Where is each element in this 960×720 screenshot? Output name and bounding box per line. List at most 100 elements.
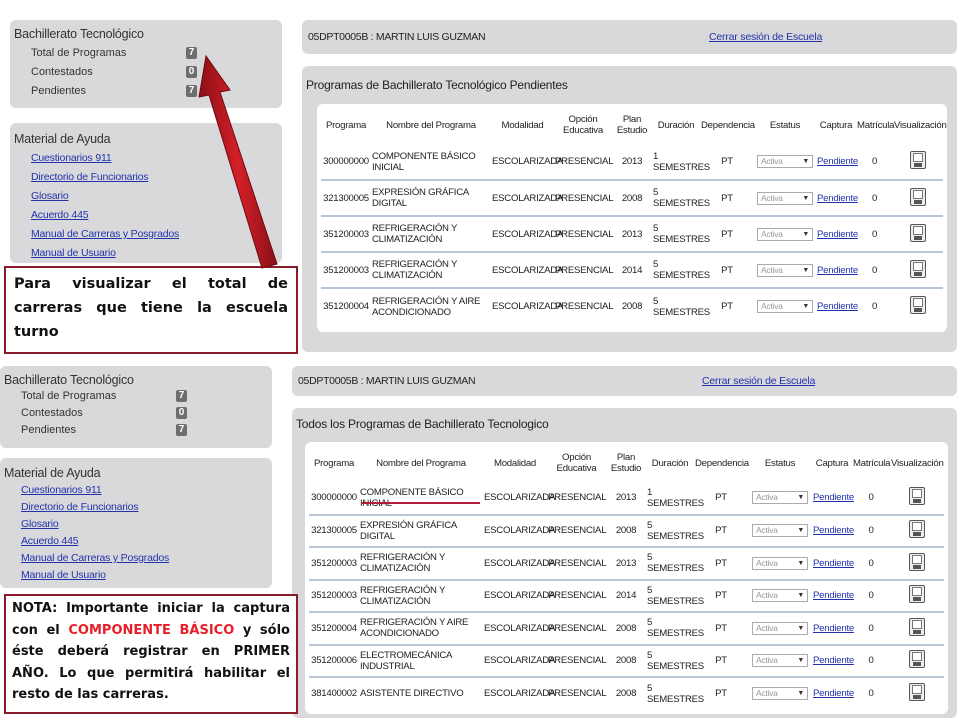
view-disk-icon[interactable] — [909, 683, 925, 702]
help-link-acuerdo[interactable]: Acuerdo 445 — [31, 209, 89, 221]
capture-link[interactable]: Pendiente — [813, 590, 854, 601]
duracion-unit: SEMESTRES — [647, 563, 704, 575]
cell-plan: 2014 — [612, 251, 652, 288]
status-select[interactable]: Activa ▼ — [752, 556, 808, 570]
duracion-unit: SEMESTRES — [647, 497, 704, 509]
status-select[interactable]: Activa ▼ — [752, 491, 808, 505]
view-disk-icon[interactable] — [910, 187, 926, 206]
col-captura: Captura — [819, 119, 853, 131]
cell-matricula: 0 — [856, 287, 893, 324]
table-row: 351200003 REFRIGERACIÓN Y CLIMATIZACIÓN ES… — [309, 578, 944, 612]
cell-visualizacion — [893, 287, 943, 324]
status-select[interactable]: Activa ▼ — [757, 227, 813, 241]
cell-plan: 2008 — [612, 287, 652, 324]
cell-modalidad: ESCOLARIZADA — [492, 156, 564, 167]
capture-link[interactable]: Pendiente — [813, 525, 854, 536]
help-link-manual-carreras[interactable]: Manual de Carreras y Posgrados — [31, 228, 179, 240]
status-select[interactable]: Activa ▼ — [757, 191, 813, 205]
view-disk-icon[interactable] — [909, 487, 925, 506]
status-select[interactable]: Activa ▼ — [752, 621, 808, 635]
view-disk-icon[interactable] — [909, 552, 925, 571]
help-link-directorio[interactable]: Directorio de Funcionarios — [31, 171, 149, 183]
cell-opcion: PRESENCIAL — [547, 546, 607, 580]
view-disk-icon[interactable] — [909, 650, 925, 669]
view-disk-icon[interactable] — [909, 585, 925, 604]
cell-plan: 2013 — [606, 546, 646, 580]
cell-plan: 2008 — [606, 676, 646, 710]
status-select[interactable]: Activa ▼ — [752, 524, 808, 538]
capture-link[interactable]: Pendiente — [817, 265, 858, 276]
capture-link[interactable]: Pendiente — [817, 193, 858, 204]
cell-nombre: EXPRESIÓN GRÁFICA DIGITAL — [371, 179, 491, 216]
stat-answered-label: Contestados — [31, 66, 93, 78]
status-select-value: Activa — [756, 525, 778, 536]
status-select[interactable]: Activa ▼ — [752, 589, 808, 603]
status-select-value: Activa — [756, 655, 778, 666]
capture-link[interactable]: Pendiente — [813, 558, 854, 569]
help-link-directorio-bottom[interactable]: Directorio de Funcionarios — [21, 501, 139, 513]
status-select[interactable]: Activa ▼ — [757, 155, 813, 168]
help-link-cuestionarios-bottom[interactable]: Cuestionarios 911 — [21, 484, 102, 496]
cell-matricula: 0 — [852, 611, 890, 645]
table-row: 351200006 ELECTROMECÁNICA INDUSTRIAL ESCOL… — [309, 643, 944, 677]
help-link-cuestionarios[interactable]: Cuestionarios 911 — [31, 152, 112, 164]
pending-programs-panel: Programas de Bachillerato Tecnológico Pe… — [302, 66, 957, 352]
status-select[interactable]: Activa ▼ — [757, 263, 813, 277]
logout-link-bottom[interactable]: Cerrar sesión de Escuela — [702, 375, 815, 387]
view-disk-icon[interactable] — [909, 520, 925, 539]
cell-visualizacion — [890, 546, 944, 580]
view-disk-icon[interactable] — [910, 259, 926, 278]
col-estatus: Estatus — [764, 457, 796, 469]
view-disk-icon[interactable] — [909, 617, 925, 636]
view-disk-icon[interactable] — [910, 151, 926, 169]
status-select-value: Activa — [761, 192, 783, 203]
col-visualizacion: Visualización — [891, 457, 944, 469]
cell-modalidad: ESCOLARIZADA — [483, 643, 555, 677]
cell-captura: Pendiente — [816, 287, 858, 324]
cell-modalidad: ESCOLARIZADA — [491, 251, 563, 288]
capture-link[interactable]: Pendiente — [813, 655, 854, 666]
capture-link[interactable]: Pendiente — [817, 301, 858, 312]
col-duracion: Duración — [651, 457, 689, 469]
status-select[interactable]: Activa ▼ — [752, 654, 808, 668]
help-link-glosario-bottom[interactable]: Glosario — [21, 518, 59, 530]
highlight-underline — [361, 502, 480, 504]
cell-opcion: PRESENCIAL — [547, 513, 607, 547]
capture-link[interactable]: Pendiente — [813, 623, 854, 634]
table-row: 300000000COMPONENTE BÁSICO INICIAL ESCOLA… — [309, 482, 944, 515]
help-link-acuerdo-bottom[interactable]: Acuerdo 445 — [21, 535, 79, 547]
col-matricula: Matrícula — [857, 119, 895, 131]
col-opcion: Opción Educativa — [556, 452, 597, 474]
all-programs-title: Todos los Programas de Bachillerato Tecn… — [296, 417, 549, 431]
capture-link[interactable]: Pendiente — [813, 688, 854, 699]
callout-note-highlight: COMPONENTE BÁSICO — [68, 622, 235, 638]
cell-duracion: 5 SEMESTRES — [646, 578, 704, 612]
cell-duracion: 5 SEMESTRES — [652, 215, 710, 252]
logout-link[interactable]: Cerrar sesión de Escuela — [709, 31, 822, 43]
capture-link[interactable]: Pendiente — [817, 156, 858, 167]
cell-captura: Pendiente — [816, 144, 858, 180]
help-link-manual-carreras-bottom[interactable]: Manual de Carreras y Posgrados — [21, 552, 169, 564]
stat-total-label: Total de Programas — [31, 47, 127, 59]
view-disk-icon[interactable] — [910, 223, 926, 242]
pending-programs-table-wrap: Programa Nombre del Programa Modalidad O… — [317, 104, 947, 332]
status-select-value: Activa — [761, 156, 783, 166]
capture-link[interactable]: Pendiente — [817, 229, 858, 240]
stat-total-badge-bottom: 7 — [176, 390, 187, 402]
cell-programa: 351200003 — [321, 215, 371, 252]
status-select-value: Activa — [756, 622, 778, 633]
view-disk-icon[interactable] — [910, 296, 926, 314]
stat-pending-label-bottom: Pendientes — [21, 424, 77, 436]
col-programa: Programa — [313, 457, 355, 469]
help-link-manual-usuario[interactable]: Manual de Usuario — [31, 247, 116, 259]
cell-nombre: EXPRESIÓN GRÁFICA DIGITAL — [359, 513, 483, 547]
status-select-value: Activa — [756, 557, 778, 568]
status-select[interactable]: Activa ▼ — [752, 687, 808, 701]
duracion-num: 5 — [647, 552, 653, 564]
capture-link[interactable]: Pendiente — [813, 492, 854, 503]
cell-visualizacion — [890, 611, 944, 645]
help-link-glosario[interactable]: Glosario — [31, 190, 69, 202]
status-select[interactable]: Activa ▼ — [757, 300, 813, 313]
table-row: 351200003 REFRIGERACIÓN Y CLIMATIZACIÓN ES… — [321, 215, 943, 252]
help-link-manual-usuario-bottom[interactable]: Manual de Usuario — [21, 569, 106, 581]
